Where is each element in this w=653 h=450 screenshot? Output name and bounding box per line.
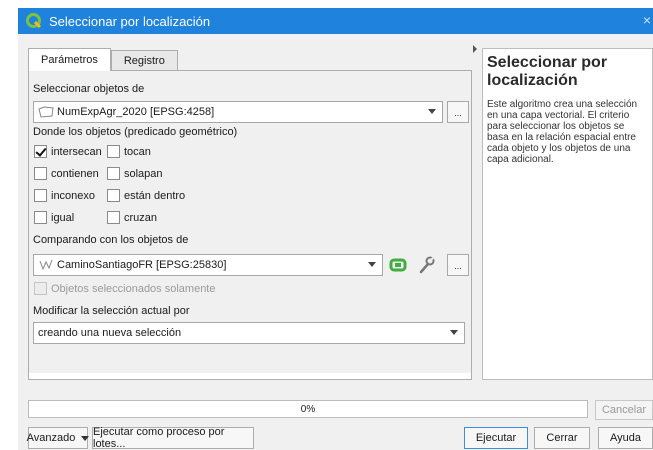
collapse-help-grip-icon[interactable] <box>473 45 477 53</box>
polygon-layer-icon <box>38 106 54 118</box>
progress-value: 0% <box>300 403 316 415</box>
advanced-label: Avanzado <box>26 432 76 444</box>
predicate-igual-checkbox[interactable] <box>34 211 47 224</box>
compare-label: Comparando con los objetos de <box>33 234 189 246</box>
predicate-label: Donde los objetos (predicado geométrico) <box>33 126 238 138</box>
predicate-intersecan-checkbox[interactable] <box>34 145 47 158</box>
compare-layer-options-button[interactable]: ... <box>447 254 469 276</box>
line-layer-icon <box>39 259 53 271</box>
titlebar-strip: Seleccionar por localización × <box>18 8 653 34</box>
progress-bar: 0% <box>28 400 588 418</box>
cancel-button[interactable]: Cancelar <box>595 400 653 420</box>
predicate-tocan-label: tocan <box>124 146 151 158</box>
predicate-contienen-checkbox[interactable] <box>34 167 47 180</box>
predicate-intersecan-label: intersecan <box>51 146 102 158</box>
advanced-dropdown-button[interactable]: Avanzado <box>26 427 90 449</box>
compare-layer-value: CaminoSantiagoFR [EPSG:25830] <box>57 259 227 271</box>
qgis-logo-icon <box>26 13 42 29</box>
select-layer-options-button[interactable]: ... <box>447 101 469 123</box>
batch-process-button[interactable]: Ejecutar como proceso por lotes... <box>92 426 254 450</box>
predicate-estan-dentro-label: están dentro <box>124 190 186 202</box>
predicate-estan-dentro-checkbox[interactable] <box>107 189 120 202</box>
chevron-down-icon <box>81 435 90 441</box>
modify-selection-label: Modificar la selección actual por <box>33 305 190 317</box>
selected-only-checkbox[interactable] <box>34 282 47 295</box>
tab-parametros[interactable]: Parámetros <box>28 48 111 71</box>
chevron-down-icon <box>368 262 376 267</box>
help-text: Este algoritmo crea una selección en una… <box>487 99 638 165</box>
iterate-icon[interactable] <box>389 256 407 274</box>
compare-layer-combo[interactable]: CaminoSantiagoFR [EPSG:25830] <box>33 254 383 276</box>
predicate-tocan-checkbox[interactable] <box>107 145 120 158</box>
parameters-panel: Seleccionar objetos de NumExpAgr_2020 [E… <box>28 70 472 380</box>
help-panel: Seleccionar por localización Este algori… <box>482 48 653 380</box>
help-title: Seleccionar por localización <box>487 54 608 89</box>
close-icon[interactable]: × <box>643 12 651 28</box>
ellipsis-icon: ... <box>454 261 462 271</box>
select-objects-label: Seleccionar objetos de <box>33 83 145 95</box>
predicate-solapan-label: solapan <box>124 168 163 180</box>
modify-selection-combo[interactable]: creando una nueva selección <box>33 322 465 344</box>
chevron-down-icon <box>450 330 458 335</box>
predicate-cruzan-checkbox[interactable] <box>107 211 120 224</box>
tab-registro[interactable]: Registro <box>110 50 178 70</box>
select-layer-value: NumExpAgr_2020 [EPSG:4258] <box>57 106 215 118</box>
select-layer-combo[interactable]: NumExpAgr_2020 [EPSG:4258] <box>33 101 443 123</box>
predicate-inconexo-label: inconexo <box>51 190 96 202</box>
close-button[interactable]: Cerrar <box>534 427 590 449</box>
dialog-body: Parámetros Registro Seleccionar objetos … <box>18 34 653 450</box>
run-button[interactable]: Ejecutar <box>464 427 528 449</box>
help-button[interactable]: Ayuda <box>598 427 653 449</box>
chevron-down-icon <box>428 109 436 114</box>
window-title: Seleccionar por localización <box>49 13 211 29</box>
predicate-solapan-checkbox[interactable] <box>107 167 120 180</box>
wrench-icon[interactable] <box>416 255 436 275</box>
predicate-contienen-label: contienen <box>51 168 99 180</box>
parameters-scroll-area: Seleccionar objetos de NumExpAgr_2020 [E… <box>29 71 471 373</box>
predicate-inconexo-checkbox[interactable] <box>34 189 47 202</box>
ellipsis-icon: ... <box>454 108 462 118</box>
modify-selection-value: creando una nueva selección <box>38 327 182 339</box>
selected-only-label: Objetos seleccionados solamente <box>51 283 216 295</box>
tab-bar: Parámetros Registro <box>28 48 178 71</box>
predicate-igual-label: igual <box>51 212 75 224</box>
predicate-cruzan-label: cruzan <box>124 212 158 224</box>
